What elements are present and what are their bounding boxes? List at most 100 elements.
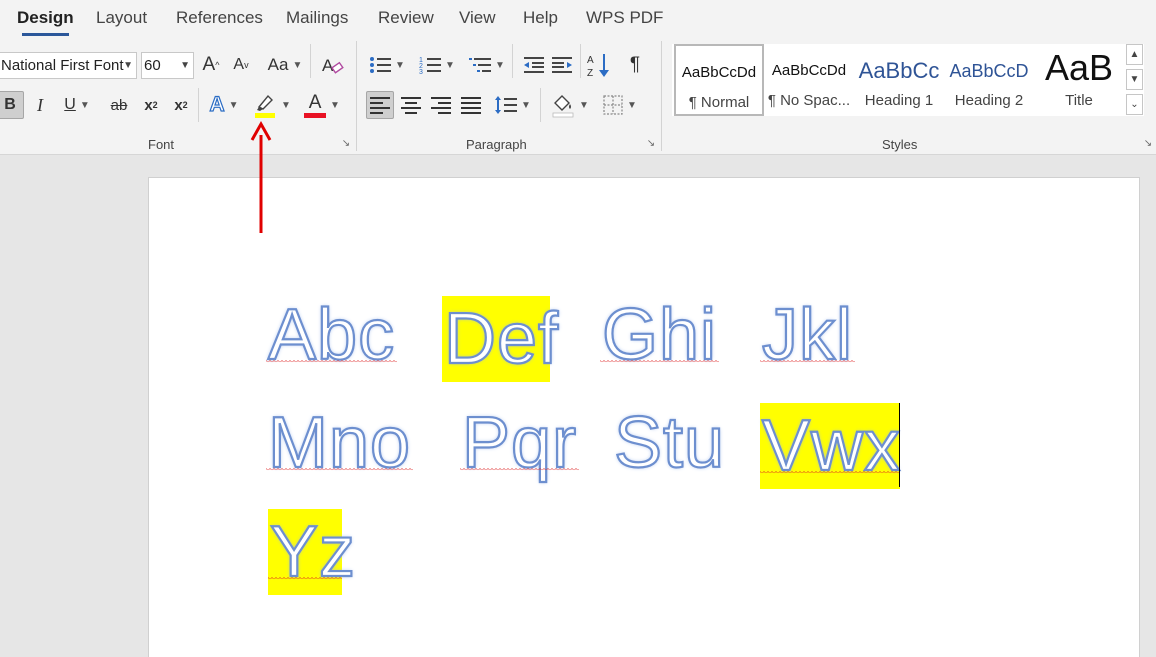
pilcrow-icon: ¶: [629, 54, 641, 75]
justify-icon: [461, 97, 481, 114]
grow-font-icon: A: [202, 54, 216, 75]
tab-mailings[interactable]: Mailings: [286, 0, 348, 36]
gallery-scroll-down-icon[interactable]: ▼: [1126, 69, 1143, 90]
text-effects-button[interactable]: A ▼: [204, 91, 244, 119]
style-preview: AaBbCcD: [949, 61, 1029, 81]
text-cursor: [899, 403, 900, 487]
font-name-combo[interactable]: National First Font ▼: [0, 52, 137, 79]
align-center-button[interactable]: [398, 91, 424, 119]
divider: [198, 88, 199, 122]
clear-formatting-icon: A: [322, 56, 344, 75]
align-left-icon: [370, 97, 390, 114]
change-case-button[interactable]: Aa ▼: [264, 51, 306, 79]
justify-button[interactable]: [458, 91, 484, 119]
font-color-icon: A: [304, 92, 327, 118]
underline-icon: U: [64, 96, 76, 113]
tab-view[interactable]: View: [459, 0, 496, 36]
spelling-squiggle: [268, 577, 342, 581]
document-word[interactable]: Ghi: [600, 292, 720, 378]
gallery-more-icon[interactable]: ⌄: [1126, 94, 1143, 115]
bullets-button[interactable]: ▼: [366, 51, 408, 79]
style-preview: AaBbCcDd: [681, 64, 757, 81]
document-word[interactable]: Jkl: [760, 292, 855, 378]
gallery-scroll-up-icon[interactable]: ▲: [1126, 44, 1143, 65]
font-group-label: Font: [148, 137, 175, 152]
document-word[interactable]: Mno: [266, 400, 414, 486]
align-left-button[interactable]: [366, 91, 394, 119]
spelling-squiggle: [460, 468, 580, 472]
show-formatting-marks-button[interactable]: ¶: [622, 51, 648, 79]
text-highlight-color-button[interactable]: ▼: [250, 91, 294, 119]
style-name: Heading 1: [864, 92, 934, 109]
bold-icon: B: [4, 96, 16, 113]
document-word[interactable]: Abc: [266, 292, 398, 378]
decrease-indent-button[interactable]: [520, 51, 546, 79]
tab-help[interactable]: Help: [523, 0, 558, 36]
paragraph-group-label: Paragraph: [466, 137, 527, 152]
increase-indent-icon: [552, 57, 572, 73]
paint-bucket-icon: [552, 95, 574, 118]
superscript-button[interactable]: x2: [168, 91, 194, 119]
tab-wps-pdf[interactable]: WPS PDF: [586, 0, 663, 36]
spelling-squiggle: [266, 468, 414, 472]
font-dialog-launcher-icon[interactable]: ↘: [340, 138, 352, 150]
paragraph-dialog-launcher-icon[interactable]: ↘: [645, 138, 657, 150]
style-preview: AaB: [1044, 48, 1114, 82]
borders-icon: [603, 95, 623, 115]
chevron-down-icon: ▼: [292, 59, 303, 71]
font-color-button[interactable]: A ▼: [300, 91, 344, 119]
document-word-highlighted[interactable]: Vwx: [760, 403, 901, 489]
align-right-button[interactable]: [428, 91, 454, 119]
style-normal[interactable]: AaBbCcDd ¶ Normal: [674, 44, 764, 116]
superscript-icon: x: [174, 96, 183, 114]
style-heading-2[interactable]: AaBbCcD Heading 2: [944, 44, 1034, 116]
subscript-button[interactable]: x2: [138, 91, 164, 119]
highlighter-icon: [255, 94, 276, 118]
chevron-down-icon[interactable]: ▼: [180, 53, 190, 78]
strikethrough-button[interactable]: ab: [104, 91, 134, 119]
shrink-font-button[interactable]: Av: [228, 51, 254, 79]
decrease-indent-icon: [524, 57, 544, 73]
bullets-icon: [370, 57, 392, 73]
svg-text:Z: Z: [587, 68, 593, 78]
style-preview: AaBbCc: [858, 58, 940, 83]
clear-formatting-button[interactable]: A: [318, 51, 346, 79]
align-center-icon: [401, 97, 421, 114]
tab-review[interactable]: Review: [378, 0, 434, 36]
document-word-highlighted[interactable]: Def: [442, 296, 559, 382]
font-size-combo[interactable]: 60 ▼: [141, 52, 194, 79]
numbering-button[interactable]: 123 ▼: [416, 51, 458, 79]
document-word[interactable]: Pqr: [460, 400, 580, 486]
svg-text:A: A: [587, 55, 594, 66]
style-heading-1[interactable]: AaBbCc Heading 1: [854, 44, 944, 116]
numbering-icon: 123: [419, 57, 442, 75]
shading-button[interactable]: ▼: [548, 91, 592, 119]
line-spacing-button[interactable]: ▼: [492, 91, 534, 119]
chevron-down-icon[interactable]: ▼: [123, 53, 133, 78]
strikethrough-icon: ab: [110, 96, 128, 114]
grow-font-button[interactable]: A ^: [198, 51, 224, 79]
tab-design[interactable]: Design: [17, 0, 74, 36]
italic-button[interactable]: I: [28, 91, 52, 119]
sort-az-icon: AZ: [587, 54, 609, 78]
bold-button[interactable]: B: [0, 91, 24, 119]
style-title[interactable]: AaB Title: [1034, 44, 1124, 116]
increase-indent-button[interactable]: [550, 51, 576, 79]
chevron-down-icon: ▼: [281, 99, 291, 111]
styles-dialog-launcher-icon[interactable]: ↘: [1142, 138, 1154, 150]
group-divider: [356, 41, 357, 151]
style-no-spacing[interactable]: AaBbCcDd ¶ No Spac...: [764, 44, 854, 116]
document-word[interactable]: Stu: [612, 400, 727, 486]
borders-button[interactable]: ▼: [598, 91, 642, 119]
chevron-down-icon: ▼: [330, 99, 340, 111]
tab-layout[interactable]: Layout: [96, 0, 147, 36]
divider: [512, 44, 513, 78]
spelling-squiggle: [266, 360, 398, 364]
tab-references[interactable]: References: [176, 0, 263, 36]
styles-group-label: Styles: [882, 137, 918, 152]
sort-button[interactable]: AZ: [586, 51, 612, 79]
multilevel-list-button[interactable]: ▼: [466, 51, 508, 79]
underline-button[interactable]: U ▼: [56, 91, 98, 119]
font-size-value: 60: [144, 57, 161, 74]
document-word-highlighted[interactable]: Yz: [268, 509, 356, 595]
